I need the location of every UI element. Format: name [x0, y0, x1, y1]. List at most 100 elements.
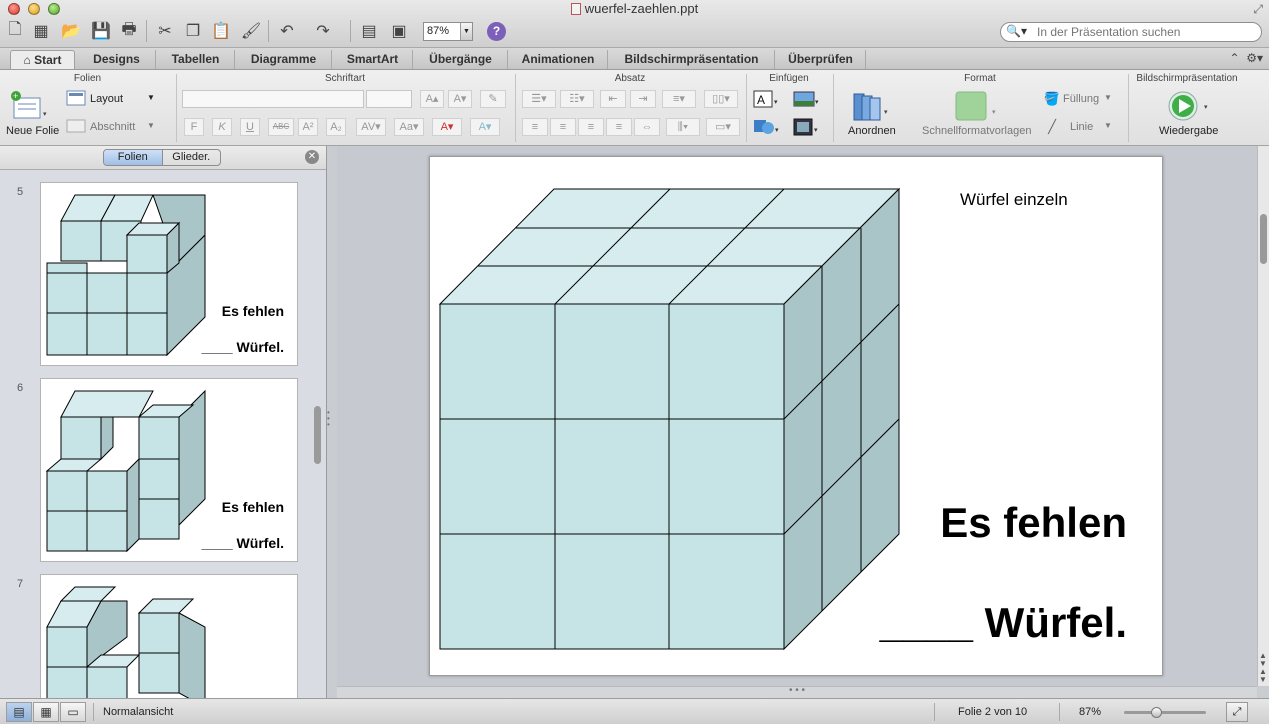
tab-animationen[interactable]: Animationen	[509, 50, 608, 69]
slideshow-view-icon[interactable]: ▭	[60, 702, 86, 722]
pane-view-switch[interactable]: Folien Glieder.	[103, 149, 221, 166]
superscript-button[interactable]: A²	[298, 118, 318, 136]
help-button[interactable]: ?	[487, 22, 506, 41]
text-effects-icon[interactable]: A▾	[470, 118, 500, 136]
line-button[interactable]: Linie	[1070, 121, 1093, 133]
slide-subtitle[interactable]: Würfel einzeln	[960, 190, 1068, 210]
character-spacing-icon[interactable]: AV▾	[356, 118, 386, 136]
font-color-icon[interactable]: A▾	[432, 118, 462, 136]
font-size-field[interactable]	[366, 90, 412, 108]
line-spacing-icon[interactable]: ≡▾	[662, 90, 696, 108]
layout-button[interactable]: Layout	[90, 93, 123, 105]
copy-icon[interactable]: ❐	[182, 20, 204, 42]
chevron-down-icon[interactable]: ▼	[147, 121, 155, 130]
chevron-down-icon[interactable]: ▼	[1104, 121, 1112, 130]
tab-diagramme[interactable]: Diagramme	[236, 50, 332, 69]
slide-layout-icon[interactable]: ▤	[358, 20, 380, 42]
justify-icon[interactable]: ≡	[606, 118, 632, 136]
tab-gliederung[interactable]: Glieder.	[163, 150, 221, 165]
slide-thumbnail-7[interactable]	[40, 574, 298, 698]
text-direction-icon[interactable]: ⫼▾	[666, 118, 700, 136]
redo-icon[interactable]: ↷	[312, 20, 334, 42]
zoom-slider-knob[interactable]	[1151, 707, 1162, 718]
media-icon[interactable]: ▾	[792, 116, 822, 138]
current-slide[interactable]: Würfel einzeln Es fehlen ____ Würfel.	[429, 156, 1163, 676]
align-center-icon[interactable]: ≡	[550, 118, 576, 136]
tab-folien[interactable]: Folien	[104, 150, 163, 165]
tab-start[interactable]: ⌂ Start	[10, 50, 75, 69]
pane-resize-handle[interactable]: • • •	[327, 409, 335, 429]
bullets-icon[interactable]: ☰▾	[522, 90, 556, 108]
section-button[interactable]: Abschnitt	[90, 121, 135, 133]
notes-resize-handle[interactable]: • • •	[337, 686, 1257, 698]
increase-indent-icon[interactable]: ⇥	[630, 90, 656, 108]
new-slide-icon[interactable]: + ▾	[8, 90, 48, 124]
scrollbar-thumb[interactable]	[314, 406, 321, 464]
change-case-icon[interactable]: Aa▾	[394, 118, 424, 136]
format-painter-icon[interactable]: 🖌	[240, 20, 262, 42]
align-left-icon[interactable]: ≡	[522, 118, 548, 136]
new-slide-label[interactable]: Neue Folie	[6, 125, 59, 137]
arrange-button[interactable]: Anordnen	[848, 125, 896, 137]
slide-sorter-icon[interactable]: ▦	[33, 702, 59, 722]
play-icon[interactable]: ▾	[1166, 89, 1214, 123]
clear-formatting-icon[interactable]: ✎	[480, 90, 506, 108]
tab-tabellen[interactable]: Tabellen	[157, 50, 235, 69]
underline-button[interactable]: U	[240, 118, 260, 136]
font-name-field[interactable]	[182, 90, 364, 108]
gear-icon[interactable]: ⚙▾	[1246, 51, 1263, 65]
bold-button[interactable]: F	[184, 118, 204, 136]
slide-thumbnail-5[interactable]: Es fehlen ____ Würfel.	[40, 182, 298, 366]
quick-styles-button[interactable]: Schnellformatvorlagen	[922, 125, 1031, 137]
slide-thumbnail-6[interactable]: Es fehlen ____ Würfel.	[40, 378, 298, 562]
chevron-down-icon[interactable]: ▼	[147, 93, 155, 102]
decrease-indent-icon[interactable]: ⇤	[600, 90, 626, 108]
print-icon[interactable]: 🖶	[118, 20, 140, 42]
scrollbar-thumb[interactable]	[1260, 214, 1267, 264]
template-gallery-icon[interactable]: ▦	[30, 20, 52, 42]
ribbon-options[interactable]: ⌃ ⚙▾	[1229, 51, 1263, 65]
zoom-select[interactable]: 87% ▼	[423, 22, 473, 41]
slide-text-wuerfel[interactable]: ____ Würfel.	[880, 599, 1127, 647]
text-box-icon[interactable]: A ▾	[752, 88, 782, 110]
tab-smartart[interactable]: SmartArt	[333, 50, 413, 69]
search-box[interactable]: 🔍▾	[1000, 22, 1262, 42]
align-right-icon[interactable]: ≡	[578, 118, 604, 136]
new-document-icon[interactable]: 🗋	[4, 20, 26, 42]
distribute-icon[interactable]: ⇔	[634, 118, 660, 136]
vertical-scrollbar[interactable]: ▲ ▼ ▲ ▼	[1257, 146, 1269, 686]
cut-icon[interactable]: ✂	[154, 20, 176, 42]
tab-designs[interactable]: Designs	[78, 50, 156, 69]
numbering-icon[interactable]: ☷▾	[560, 90, 594, 108]
play-button[interactable]: Wiedergabe	[1159, 125, 1218, 137]
align-text-icon[interactable]: ▭▾	[706, 118, 740, 136]
slide-text-es-fehlen[interactable]: Es fehlen	[940, 499, 1127, 547]
close-icon[interactable]: ✕	[305, 150, 319, 164]
picture-icon[interactable]: ▾	[792, 88, 822, 110]
columns-icon[interactable]: ▯▯▾	[704, 90, 738, 108]
scroll-arrows[interactable]: ▲ ▼ ▲ ▼	[1259, 652, 1267, 684]
open-folder-icon[interactable]: 📂	[60, 20, 82, 42]
normal-view-icon[interactable]: ▤	[6, 702, 32, 722]
pane-scrollbar[interactable]	[313, 184, 322, 698]
shape-icon[interactable]: ▾	[752, 116, 782, 138]
fit-to-window-icon[interactable]: ⤢	[1226, 702, 1248, 722]
zoom-slider[interactable]	[1118, 707, 1212, 718]
fill-button[interactable]: Füllung	[1063, 93, 1099, 105]
subscript-button[interactable]: A₂	[326, 118, 346, 136]
strikethrough-button[interactable]: ABC	[268, 118, 294, 136]
fullscreen-icon[interactable]: ⤢	[1253, 2, 1263, 17]
search-input[interactable]	[1037, 24, 1257, 40]
undo-icon[interactable]: ↶	[276, 20, 298, 42]
chevron-down-icon[interactable]: ▼	[1104, 93, 1112, 102]
tab-uebergaenge[interactable]: Übergänge	[414, 50, 508, 69]
arrange-icon[interactable]: ▾	[850, 90, 890, 124]
collapse-ribbon-icon[interactable]: ⌃	[1229, 51, 1239, 65]
italic-button[interactable]: K	[212, 118, 232, 136]
tab-bildschirmpraesentation[interactable]: Bildschirmpräsentation	[609, 50, 775, 69]
paste-icon[interactable]: 📋	[210, 20, 232, 42]
tab-ueberpruefen[interactable]: Überprüfen	[776, 50, 866, 69]
grow-font-icon[interactable]: A▴	[420, 90, 444, 108]
media-browser-icon[interactable]: ▣	[388, 20, 410, 42]
save-icon[interactable]: 💾	[90, 20, 112, 42]
